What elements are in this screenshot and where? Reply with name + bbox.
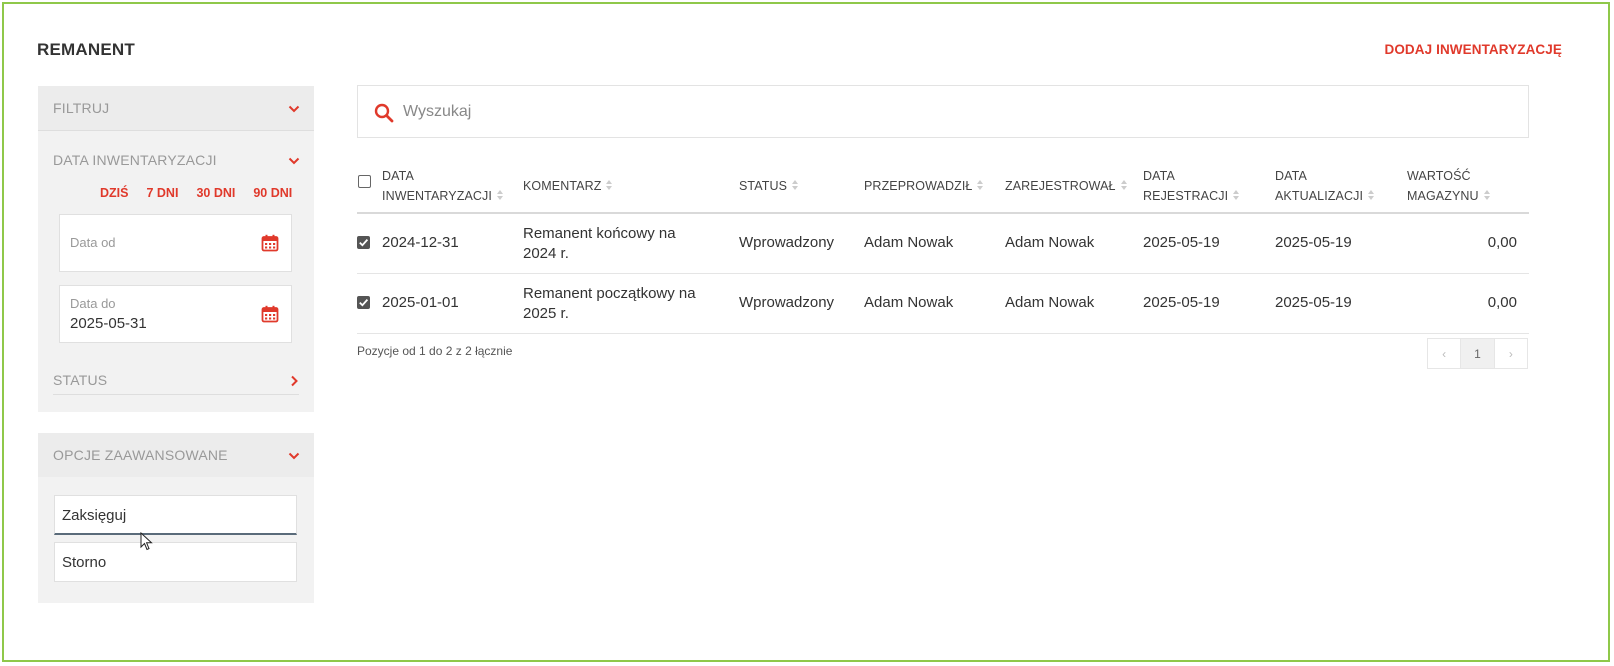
next-page-button[interactable]: ›	[1495, 339, 1527, 368]
divider	[38, 130, 314, 131]
cell-comment: Remanent początkowy na 2025 r.	[523, 284, 696, 324]
column-header-registered-by[interactable]: ZAREJESTROWAŁ	[1005, 176, 1128, 196]
sort-icon	[1120, 180, 1127, 190]
calendar-icon[interactable]	[261, 305, 279, 323]
chevron-down-icon	[288, 450, 300, 460]
filter-label: FILTRUJ	[53, 100, 110, 116]
cell-status: Wprowadzony	[739, 234, 835, 251]
prev-page-button[interactable]: ‹	[1428, 339, 1460, 368]
page-button-current[interactable]: 1	[1460, 339, 1495, 368]
pagination: ‹ 1 ›	[1427, 338, 1528, 369]
search-bar	[357, 85, 1529, 138]
search-input[interactable]	[403, 98, 1503, 126]
column-header-text: DATA	[382, 169, 414, 183]
cell-registration-date: 2025-05-19	[1143, 234, 1220, 251]
sort-icon	[1233, 190, 1240, 200]
filter-header[interactable]: FILTRUJ	[38, 86, 314, 130]
cell-inventory-date: 2025-01-01	[382, 294, 459, 311]
column-header-comment[interactable]: KOMENTARZ	[523, 176, 613, 196]
cell-status: Wprowadzony	[739, 294, 835, 311]
calendar-icon[interactable]	[261, 234, 279, 252]
chevron-down-icon	[288, 155, 300, 165]
post-button[interactable]: Zaksięguj	[54, 495, 297, 535]
column-header-text: INWENTARYZACJI	[382, 189, 492, 203]
quick-range-today[interactable]: DZIŚ	[100, 186, 128, 200]
quick-range-30-days[interactable]: 30 DNI	[196, 186, 235, 200]
cell-inventory-date: 2024-12-31	[382, 234, 459, 251]
advanced-options-header[interactable]: OPCJE ZAAWANSOWANE	[38, 433, 314, 477]
cell-comment: Remanent końcowy na 2024 r.	[523, 224, 676, 264]
sort-icon	[496, 190, 503, 200]
column-header-warehouse-value[interactable]: WARTOŚĆ MAGAZYNU	[1407, 166, 1491, 206]
advanced-options-panel: OPCJE ZAAWANSOWANE Zaksięguj Storno	[38, 433, 314, 603]
table-header: DATA INWENTARYZACJI KOMENTARZ STATUS PRZ…	[357, 160, 1529, 214]
column-header-status[interactable]: STATUS	[739, 176, 799, 196]
quick-range-7-days[interactable]: 7 DNI	[146, 186, 178, 200]
chevron-down-icon	[288, 103, 300, 113]
add-inventory-button[interactable]: DODAJ INWENTARYZACJĘ	[1384, 42, 1562, 57]
row-checkbox[interactable]	[357, 236, 370, 249]
cell-registered-by: Adam Nowak	[1005, 294, 1095, 311]
cell-comment-line: 2024 r.	[523, 245, 569, 262]
inventory-table: DATA INWENTARYZACJI KOMENTARZ STATUS PRZ…	[357, 160, 1529, 334]
cell-conducted-by: Adam Nowak	[864, 234, 954, 251]
cell-update-date: 2025-05-19	[1275, 294, 1352, 311]
status-section-label: STATUS	[53, 372, 108, 388]
cell-warehouse-value: 0,00	[1487, 234, 1517, 251]
cell-registered-by: Adam Nowak	[1005, 234, 1095, 251]
column-header-inventory-date[interactable]: DATA INWENTARYZACJI	[382, 166, 504, 206]
date-from-label: Data od	[70, 235, 116, 250]
date-to-field[interactable]: Data do 2025-05-31	[59, 285, 292, 343]
mouse-cursor-icon	[140, 532, 153, 551]
column-header-text: WARTOŚĆ	[1407, 169, 1471, 183]
sort-icon	[1368, 190, 1375, 200]
column-header-registration-date[interactable]: DATA REJESTRACJI	[1143, 166, 1240, 206]
search-icon	[374, 103, 394, 123]
select-all-checkbox[interactable]	[358, 175, 371, 188]
sort-icon	[1483, 190, 1490, 200]
cell-update-date: 2025-05-19	[1275, 234, 1352, 251]
table-row[interactable]: 2025-01-01 Remanent początkowy na 2025 r…	[357, 274, 1529, 334]
cell-conducted-by: Adam Nowak	[864, 294, 954, 311]
column-header-text: STATUS	[739, 179, 788, 193]
date-from-field[interactable]: Data od	[59, 214, 292, 272]
date-to-value: 2025-05-31	[70, 315, 147, 332]
quick-range-90-days[interactable]: 90 DNI	[253, 186, 292, 200]
date-to-label: Data do	[70, 296, 116, 311]
cell-comment-line: Remanent początkowy na	[523, 285, 696, 302]
sort-icon	[606, 180, 613, 190]
advanced-options-label: OPCJE ZAAWANSOWANE	[53, 447, 228, 463]
column-header-text: MAGAZYNU	[1407, 189, 1479, 203]
page-title: REMANENT	[37, 40, 135, 59]
cell-warehouse-value: 0,00	[1487, 294, 1517, 311]
column-header-text: DATA	[1275, 169, 1307, 183]
cell-comment-line: Remanent końcowy na	[523, 225, 676, 242]
cell-registration-date: 2025-05-19	[1143, 294, 1220, 311]
filter-panel: FILTRUJ DATA INWENTARYZACJI DZIŚ 7 DNI 3…	[38, 86, 314, 412]
storno-button[interactable]: Storno	[54, 542, 297, 582]
sort-icon	[977, 180, 984, 190]
column-header-text: DATA	[1143, 169, 1175, 183]
column-header-text: ZAREJESTROWAŁ	[1005, 179, 1116, 193]
pagination-summary: Pozycje od 1 do 2 z 2 łącznie	[357, 344, 513, 358]
table-row[interactable]: 2024-12-31 Remanent końcowy na 2024 r. W…	[357, 214, 1529, 274]
quick-range-links: DZIŚ 7 DNI 30 DNI 90 DNI	[100, 186, 292, 200]
date-section-label: DATA INWENTARYZACJI	[53, 152, 217, 168]
divider	[53, 394, 299, 395]
column-header-text: AKTUALIZACJI	[1275, 189, 1364, 203]
sort-icon	[792, 180, 799, 190]
row-checkbox[interactable]	[357, 296, 370, 309]
column-header-text: PRZEPROWADZIŁ	[864, 179, 973, 193]
column-header-text: REJESTRACJI	[1143, 189, 1229, 203]
date-section-header[interactable]: DATA INWENTARYZACJI	[38, 146, 314, 174]
column-header-text: KOMENTARZ	[523, 179, 602, 193]
chevron-right-icon	[288, 375, 298, 387]
column-header-update-date[interactable]: DATA AKTUALIZACJI	[1275, 166, 1375, 206]
column-header-conducted-by[interactable]: PRZEPROWADZIŁ	[864, 176, 984, 196]
status-section-header[interactable]: STATUS	[38, 366, 314, 394]
cell-comment-line: 2025 r.	[523, 305, 569, 322]
